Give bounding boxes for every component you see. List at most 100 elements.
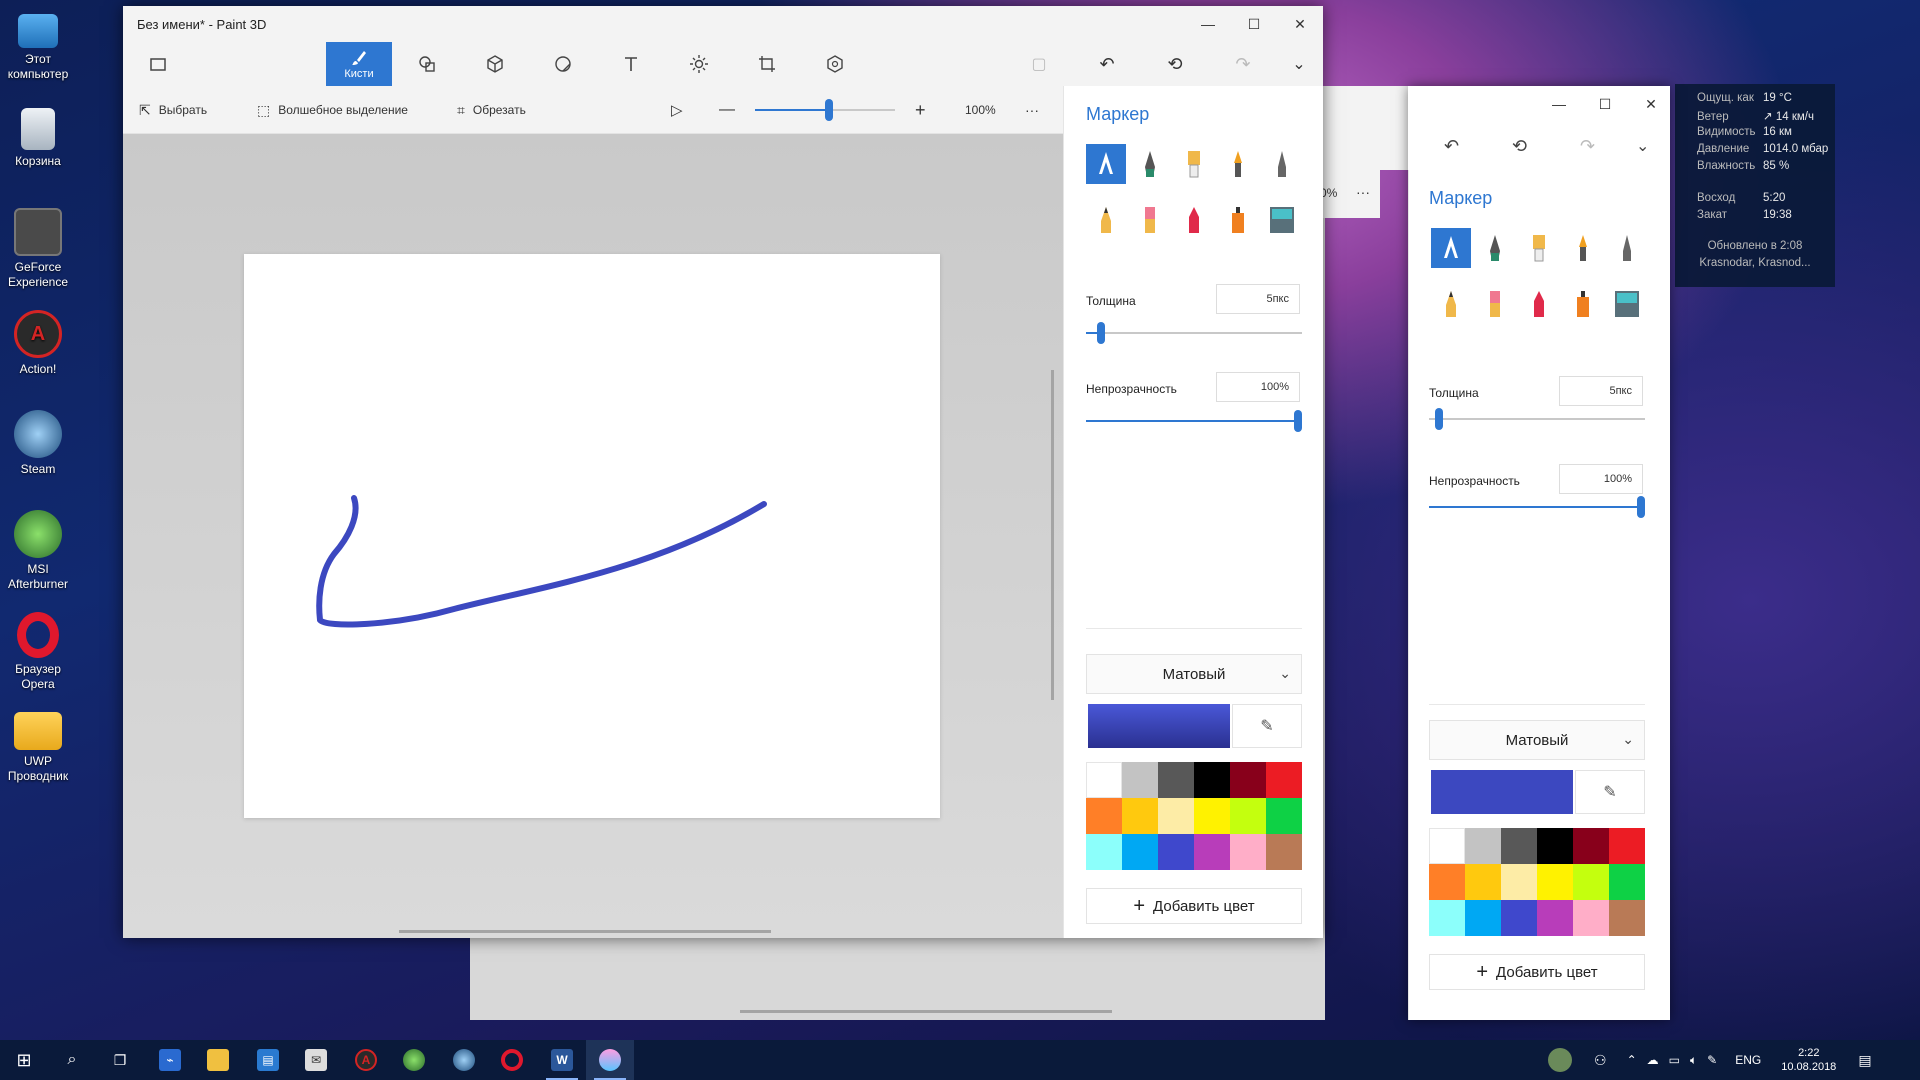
- opacity-slider[interactable]: [1429, 506, 1645, 508]
- canvas-icon[interactable]: [734, 42, 800, 86]
- calligraphy-pen-icon[interactable]: [1475, 228, 1515, 268]
- finish-dropdown[interactable]: Матовый ⌄: [1429, 720, 1645, 760]
- color-swatch[interactable]: [1537, 900, 1573, 936]
- color-swatch[interactable]: [1501, 864, 1537, 900]
- close-button[interactable]: ✕: [1277, 6, 1323, 42]
- eyedropper-button[interactable]: ✎: [1232, 704, 1302, 748]
- finish-dropdown[interactable]: Матовый ⌄: [1086, 654, 1302, 694]
- color-swatch[interactable]: [1086, 762, 1122, 798]
- current-color-swatch[interactable]: [1431, 770, 1573, 814]
- clock[interactable]: 2:22 10.08.2018: [1781, 1046, 1836, 1074]
- color-swatch[interactable]: [1573, 828, 1609, 864]
- color-swatch[interactable]: [1465, 864, 1501, 900]
- color-swatch[interactable]: [1158, 834, 1194, 870]
- desktop-icon-this-pc[interactable]: Этот компьютер: [2, 10, 74, 82]
- color-swatch[interactable]: [1573, 864, 1609, 900]
- maximize-button[interactable]: ☐: [1582, 86, 1628, 122]
- color-swatch[interactable]: [1609, 828, 1645, 864]
- onedrive-icon[interactable]: ☁: [1647, 1053, 1659, 1067]
- color-palette[interactable]: [1429, 828, 1645, 936]
- thickness-slider[interactable]: [1086, 332, 1302, 334]
- eraser-icon[interactable]: [1130, 200, 1170, 240]
- tab-brushes[interactable]: Кисти: [326, 42, 392, 86]
- language-indicator[interactable]: ENG: [1735, 1053, 1761, 1067]
- expand-icon[interactable]: ⌄: [1636, 136, 1649, 156]
- shapes-2d-icon[interactable]: [394, 42, 460, 86]
- color-swatch[interactable]: [1465, 900, 1501, 936]
- undo-icon[interactable]: ↶: [1074, 42, 1140, 86]
- word-icon[interactable]: W: [538, 1040, 586, 1080]
- fill-icon[interactable]: [1262, 200, 1302, 240]
- redo-icon[interactable]: ↷: [1580, 136, 1595, 157]
- magic-select-button[interactable]: ⬚ Волшебное выделение: [257, 86, 408, 134]
- close-button[interactable]: ✕: [1628, 86, 1674, 122]
- spray-can-icon[interactable]: [1563, 284, 1603, 324]
- oil-brush-icon[interactable]: [1519, 228, 1559, 268]
- pen-icon[interactable]: ✎: [1707, 1053, 1717, 1067]
- color-swatch[interactable]: [1194, 798, 1230, 834]
- thickness-slider-thumb[interactable]: [1097, 322, 1105, 344]
- color-swatch[interactable]: [1501, 828, 1537, 864]
- paint3d-icon[interactable]: [586, 1040, 634, 1080]
- desktop-icon-action[interactable]: A Action!: [2, 310, 74, 377]
- opacity-input[interactable]: 100%: [1216, 372, 1300, 402]
- color-swatch[interactable]: [1609, 900, 1645, 936]
- current-color-swatch[interactable]: [1088, 704, 1230, 748]
- minimize-button[interactable]: —: [1536, 86, 1582, 122]
- notifications-icon[interactable]: ▤: [1858, 1052, 1871, 1069]
- color-swatch[interactable]: [1429, 864, 1465, 900]
- color-swatch[interactable]: [1194, 834, 1230, 870]
- undo-icon[interactable]: ↶: [1444, 136, 1459, 157]
- text-icon[interactable]: [598, 42, 664, 86]
- start-button[interactable]: ⊞: [0, 1040, 48, 1080]
- color-swatch[interactable]: [1537, 864, 1573, 900]
- fill-icon[interactable]: [1607, 284, 1647, 324]
- color-swatch[interactable]: [1537, 828, 1573, 864]
- color-swatch[interactable]: [1230, 762, 1266, 798]
- color-swatch[interactable]: [1086, 798, 1122, 834]
- color-swatch[interactable]: [1266, 798, 1302, 834]
- more-button[interactable]: ···: [1025, 86, 1039, 134]
- shapes-3d-icon[interactable]: [462, 42, 528, 86]
- opacity-input[interactable]: 100%: [1559, 464, 1643, 494]
- color-swatch[interactable]: [1266, 762, 1302, 798]
- crayon-icon[interactable]: [1519, 284, 1559, 324]
- oil-brush-icon[interactable]: [1174, 144, 1214, 184]
- action-app-icon[interactable]: A: [342, 1040, 390, 1080]
- color-swatch[interactable]: [1465, 828, 1501, 864]
- store-icon[interactable]: ▤: [244, 1040, 292, 1080]
- stickers-icon[interactable]: [530, 42, 596, 86]
- marker-icon[interactable]: [1086, 144, 1126, 184]
- desktop-icon-steam[interactable]: Steam: [2, 410, 74, 477]
- minimize-button[interactable]: —: [1185, 6, 1231, 42]
- color-swatch[interactable]: [1609, 864, 1645, 900]
- avatar[interactable]: [1548, 1048, 1572, 1072]
- color-swatch[interactable]: [1122, 798, 1158, 834]
- desktop-icon-uwp-explorer[interactable]: UWP Проводник: [2, 712, 74, 784]
- people-icon[interactable]: ⚇: [1594, 1052, 1607, 1069]
- more-button[interactable]: ···: [1356, 184, 1370, 200]
- mail-icon[interactable]: ✉: [292, 1040, 340, 1080]
- crop-button[interactable]: ⌗ Обрезать: [457, 86, 526, 134]
- watercolor-icon[interactable]: [1563, 228, 1603, 268]
- pixel-pen-icon[interactable]: [1607, 228, 1647, 268]
- effects-icon[interactable]: [666, 42, 732, 86]
- pixel-pen-icon[interactable]: [1262, 144, 1302, 184]
- desktop-icon-recycle-bin[interactable]: Корзина: [2, 108, 74, 169]
- xbox-app-icon[interactable]: ⌁: [146, 1040, 194, 1080]
- add-color-button[interactable]: + Добавить цвет: [1429, 954, 1645, 990]
- network-icon[interactable]: ▭: [1669, 1053, 1680, 1067]
- opacity-slider-thumb[interactable]: [1637, 496, 1645, 518]
- search-icon[interactable]: ⌕: [48, 1040, 96, 1080]
- opera-icon[interactable]: [488, 1040, 536, 1080]
- color-swatch[interactable]: [1266, 834, 1302, 870]
- zoom-slider-thumb[interactable]: [825, 99, 833, 121]
- color-swatch[interactable]: [1194, 762, 1230, 798]
- horizontal-scrollbar[interactable]: [740, 1010, 1112, 1013]
- color-swatch[interactable]: [1122, 762, 1158, 798]
- file-explorer-icon[interactable]: [194, 1040, 242, 1080]
- vertical-scrollbar[interactable]: [1051, 370, 1054, 700]
- crayon-icon[interactable]: [1174, 200, 1214, 240]
- thickness-slider[interactable]: [1429, 418, 1645, 420]
- thickness-input[interactable]: 5пкс: [1216, 284, 1300, 314]
